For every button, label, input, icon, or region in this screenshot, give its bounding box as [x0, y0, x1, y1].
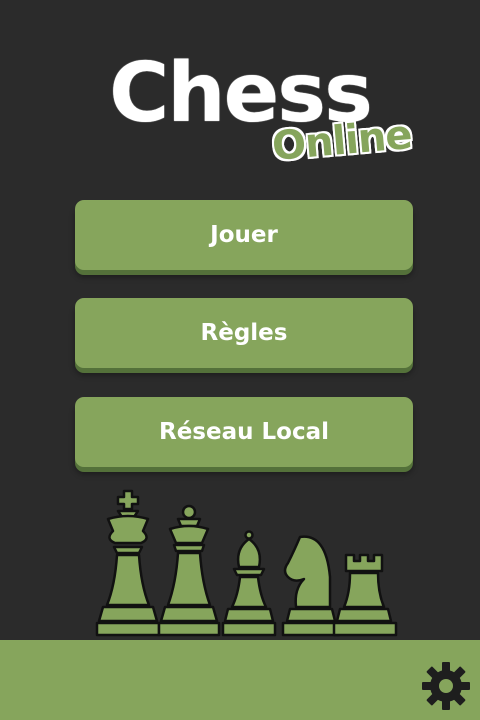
bishop-icon [221, 530, 277, 637]
gear-icon[interactable] [420, 660, 472, 712]
local-network-button[interactable]: Réseau Local [75, 397, 413, 467]
chess-pieces-illustration [95, 489, 398, 637]
rook-icon [332, 553, 398, 637]
knight-icon [281, 535, 341, 637]
rules-button[interactable]: Règles [75, 298, 413, 368]
play-button[interactable]: Jouer [75, 200, 413, 270]
queen-icon [157, 504, 221, 637]
king-icon [95, 489, 161, 637]
game-logo: Chess Online [0, 40, 480, 170]
ground-strip [0, 640, 480, 720]
